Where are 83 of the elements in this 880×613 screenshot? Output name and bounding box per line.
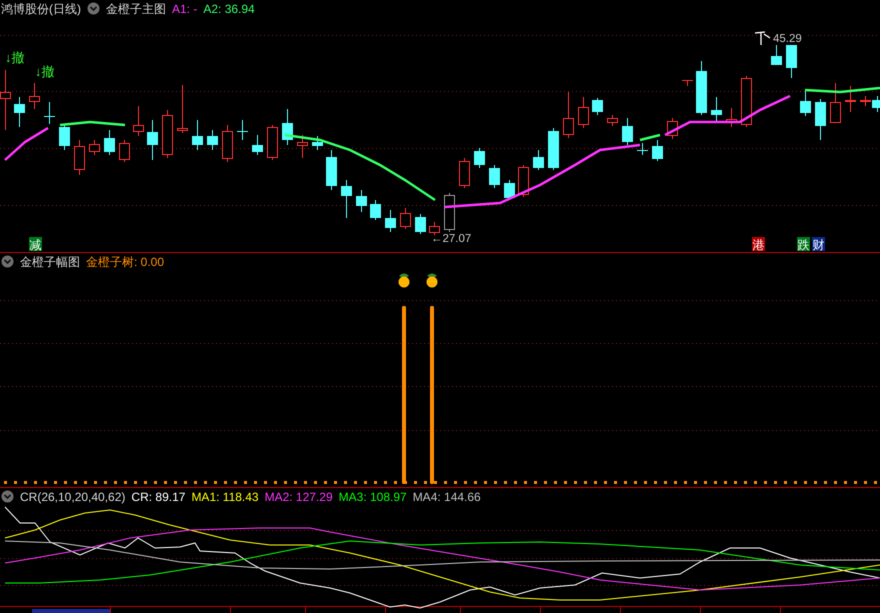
candlestick <box>578 96 589 128</box>
candlestick <box>162 110 173 158</box>
candlestick <box>830 82 841 123</box>
candlestick <box>652 140 663 162</box>
candlestick <box>696 60 707 116</box>
candlestick <box>74 140 85 176</box>
dropdown-icon[interactable] <box>1 255 14 268</box>
candlestick <box>104 130 115 156</box>
candlestick <box>147 120 158 160</box>
candlestick <box>282 108 293 146</box>
candlestick <box>607 114 618 126</box>
candlestick <box>429 222 440 236</box>
indicator-value: MA3: 108.97 <box>338 490 407 502</box>
candlestick <box>636 142 648 156</box>
moving-average-line <box>60 120 126 126</box>
price-label: ←27.07 <box>431 233 472 245</box>
candlestick <box>312 136 323 150</box>
candlestick <box>548 128 559 170</box>
candlestick <box>800 90 811 116</box>
signal-tag: 财 <box>812 237 825 252</box>
candlestick <box>370 200 381 220</box>
candlestick <box>44 102 56 124</box>
signal-label: ↓撤 <box>5 50 24 65</box>
moving-average-line <box>4 126 49 161</box>
signal-tag: 跌 <box>797 237 810 252</box>
candlestick <box>341 180 352 218</box>
candlestick <box>815 98 826 140</box>
candlestick <box>252 134 263 156</box>
candlestick <box>533 150 544 170</box>
candlestick <box>771 44 782 66</box>
candlestick <box>29 82 40 110</box>
candlestick <box>415 214 426 234</box>
candlestick <box>400 208 411 230</box>
indicator-name: 金橙子主图 <box>106 2 166 14</box>
candlestick <box>326 150 337 190</box>
candlestick <box>845 86 856 112</box>
dropdown-icon[interactable] <box>1 490 14 503</box>
signal-tag: 港 <box>752 237 765 252</box>
candlestick <box>726 108 737 128</box>
candlestick <box>119 140 130 162</box>
candlestick <box>563 92 574 138</box>
candlestick <box>667 118 678 140</box>
candlestick <box>267 124 278 160</box>
candlestick <box>741 76 752 128</box>
indicator-value: A1: - <box>172 2 198 14</box>
indicator-value: MA1: 118.43 <box>191 490 259 502</box>
candlestick <box>518 164 529 198</box>
candlestick <box>622 118 633 146</box>
fruit-icon <box>398 274 410 288</box>
candlestick <box>59 124 70 150</box>
indicator-value: MA2: 127.29 <box>264 490 333 502</box>
candlestick <box>297 134 308 158</box>
candlestick <box>385 210 396 232</box>
stock-title: 鸿博股份(日线) <box>1 2 81 14</box>
candlestick <box>682 80 694 86</box>
candlestick <box>207 130 218 150</box>
candlestick <box>14 96 25 128</box>
indicator-value: 金橙子树: 0.00 <box>86 256 164 268</box>
signal-label: ↓撤 <box>35 64 54 79</box>
candlestick <box>459 158 470 188</box>
candlestick <box>222 124 233 162</box>
signal-tag: 减 <box>29 237 42 252</box>
candlestick <box>356 190 367 212</box>
moving-average-line <box>640 134 660 142</box>
price-label: 45.29 <box>773 33 802 45</box>
candlestick <box>133 106 144 136</box>
indicator-value: CR: 89.17 <box>131 490 186 502</box>
candlestick <box>192 120 203 150</box>
candlestick <box>711 96 722 124</box>
dropdown-icon[interactable] <box>87 2 100 15</box>
candlestick <box>177 84 188 134</box>
candlestick <box>89 140 100 156</box>
candlestick <box>489 164 500 188</box>
candlestick <box>592 98 603 116</box>
indicator-name: 金橙子幅图 <box>20 256 80 268</box>
candlestick <box>236 120 248 140</box>
indicator-name: CR(26,10,20,40,62) <box>20 490 126 502</box>
candlestick <box>474 148 485 168</box>
indicator-value: A2: 36.94 <box>203 2 255 14</box>
candlestick <box>504 180 515 200</box>
candlestick <box>444 192 455 232</box>
fruit-icon <box>426 274 438 288</box>
indicator-value: MA4: 144.66 <box>412 490 481 502</box>
